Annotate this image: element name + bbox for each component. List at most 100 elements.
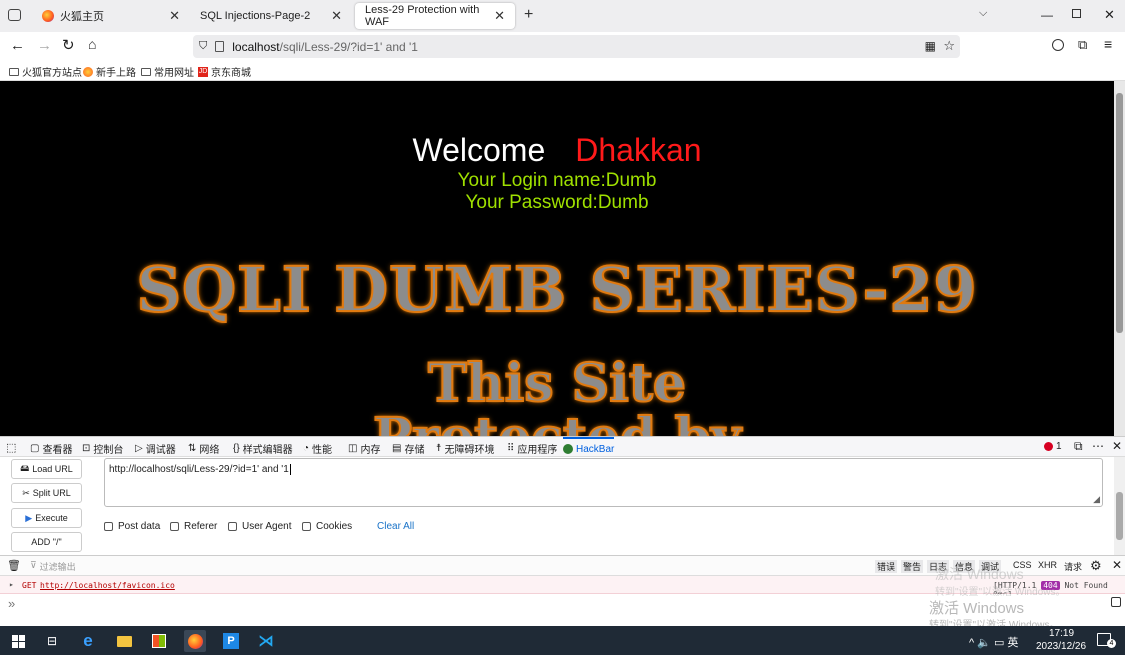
close-devtools-icon[interactable]: ✕ — [1112, 439, 1122, 453]
devtools-tab-hackbar[interactable]: HackBar — [563, 437, 615, 457]
tab-less-29[interactable]: Less-29 Protection with WAF ✕ — [355, 3, 515, 29]
extensions-icon[interactable]: ⧉ — [1078, 37, 1087, 53]
filter-xhr-button[interactable]: XHR — [1038, 560, 1057, 570]
scrollbar-thumb[interactable] — [1116, 93, 1123, 333]
page-scrollbar[interactable] — [1114, 81, 1125, 436]
execute-button[interactable]: ▶ Execute — [11, 508, 82, 528]
referer-option[interactable]: Referer — [170, 521, 217, 532]
resize-grip-icon[interactable]: ◢ — [1093, 494, 1100, 505]
devtools-tab-label: 控制台 — [93, 445, 124, 456]
new-tab-button[interactable]: + — [524, 6, 533, 24]
minimize-window-icon[interactable]: — — [1041, 8, 1053, 22]
firefox-taskbar-icon[interactable] — [184, 630, 206, 652]
close-tab-icon[interactable]: ✕ — [169, 8, 180, 24]
clear-all-link[interactable]: Clear All — [377, 521, 414, 532]
option-label: Referer — [184, 521, 218, 532]
clock-date[interactable]: 2023/12/26 — [1036, 641, 1086, 652]
close-tab-icon[interactable]: ✕ — [494, 8, 505, 24]
folder-icon — [9, 67, 19, 76]
url-bar[interactable]: ⛉ localhost/sqli/Less-29/?id=1' and '1 ▦… — [193, 35, 960, 58]
start-windows-icon[interactable] — [7, 630, 29, 652]
cookies-option[interactable]: Cookies — [302, 521, 352, 532]
qr-code-icon[interactable]: ▦ — [925, 39, 936, 53]
option-label: Post data — [118, 521, 161, 532]
devtools-tab-label: 内存 — [360, 445, 381, 456]
reload-icon[interactable]: ↻ — [62, 36, 75, 54]
devtools-tab-network[interactable]: ⇅ 网络 — [188, 441, 219, 456]
log-url[interactable]: http://localhost/favicon.ico — [40, 581, 175, 590]
devtools-tab-debugger[interactable]: ▷ 调试器 — [135, 441, 176, 456]
devtools-tab-console[interactable]: ⊡ 控制台 — [82, 441, 123, 456]
performance-icon: ◔ — [303, 443, 310, 454]
devtools-tab-storage[interactable]: ▤ 存储 — [392, 441, 424, 456]
list-tabs-chevron-icon[interactable]: ⌵ — [979, 7, 987, 20]
bookmark-label: 火狐官方站点 — [22, 68, 82, 79]
tab-overview-icon[interactable] — [8, 9, 21, 21]
shield-icon[interactable]: ⛉ — [199, 40, 207, 53]
protected-line-2: Protected by — [0, 406, 1114, 436]
filter-errors-button[interactable]: 错误 — [875, 560, 898, 573]
tab-firefox-home[interactable]: 火狐主页 ✕ — [32, 3, 190, 29]
bookmark-common-sites[interactable]: 常用网址 — [141, 64, 194, 79]
expand-arrow-icon[interactable]: ▸ — [9, 580, 14, 589]
file-explorer-icon[interactable] — [113, 630, 135, 652]
add-slash-button[interactable]: ADD "/" — [11, 532, 82, 552]
console-settings-gear-icon[interactable]: ⚙ — [1090, 558, 1102, 574]
split-url-button[interactable]: ✂ Split URL — [11, 483, 82, 503]
devtools-tab-inspector[interactable]: ▢ 查看器 — [30, 441, 72, 456]
button-label: Load URL — [32, 464, 73, 474]
task-view-icon[interactable]: ⊟ — [41, 630, 63, 652]
tab-sql-injections[interactable]: SQL Injections-Page-2 ✕ — [190, 3, 352, 29]
forward-icon[interactable]: → — [37, 37, 52, 54]
user-agent-option[interactable]: User Agent — [228, 521, 291, 532]
element-picker-icon[interactable]: ⬚ — [6, 441, 16, 454]
bookmark-firefox-site[interactable]: 火狐官方站点 — [9, 64, 82, 79]
edge-icon[interactable]: e — [77, 630, 99, 652]
devtools-options-icon[interactable]: ⋯ — [1092, 439, 1104, 453]
activation-watermark-ghost-2: 转到"设置"以激活 Windows。 — [935, 583, 1065, 598]
referer-checkbox[interactable] — [170, 522, 179, 531]
devtools-tab-accessibility[interactable]: ☨ 无障碍环境 — [436, 441, 494, 456]
account-icon[interactable] — [1052, 39, 1064, 51]
back-icon[interactable]: ← — [10, 37, 25, 54]
devtools-tab-style-editor[interactable]: {} 样式编辑器 — [233, 441, 293, 456]
devtools-tab-memory[interactable]: ◫ 内存 — [348, 441, 380, 456]
scrollbar-thumb[interactable] — [1116, 492, 1123, 540]
password-text: Your Password:Dumb — [465, 192, 649, 213]
close-window-icon[interactable]: ✕ — [1104, 7, 1115, 23]
trash-icon[interactable]: 🗑 — [7, 559, 21, 572]
home-icon[interactable]: ⌂ — [88, 36, 96, 52]
hackbar-panel: 🖴 Load URL ✂ Split URL ▶ Execute ADD "/" ht… — [0, 457, 1114, 555]
post-data-checkbox[interactable] — [104, 522, 113, 531]
error-count-badge[interactable]: 1 — [1044, 441, 1062, 452]
close-tab-icon[interactable]: ✕ — [331, 8, 342, 24]
menu-icon[interactable]: ≡ — [1104, 36, 1112, 52]
page-info-icon[interactable] — [215, 41, 225, 52]
cookies-checkbox[interactable] — [302, 522, 311, 531]
bookmark-star-icon[interactable]: ☆ — [943, 38, 955, 54]
close-console-icon[interactable]: ✕ — [1112, 558, 1122, 572]
hackbar-scrollbar[interactable] — [1114, 457, 1125, 555]
devtools-tab-application[interactable]: ⠿ 应用程序 — [507, 441, 557, 456]
hackbar-url-textarea[interactable]: http://localhost/sqli/Less-29/?id=1' and… — [104, 458, 1103, 507]
post-data-option[interactable]: Post data — [104, 521, 160, 532]
devtools-tab-performance[interactable]: ◔ 性能 — [303, 441, 332, 456]
vscode-icon[interactable]: ⋊ — [255, 630, 277, 652]
p-app-icon[interactable]: P — [220, 630, 242, 652]
dock-toggle-icon[interactable]: ⧉ — [1074, 439, 1083, 454]
split-console-icon[interactable] — [1111, 597, 1121, 607]
store-icon[interactable] — [148, 630, 170, 652]
restore-window-icon[interactable] — [1072, 9, 1081, 18]
filter-warnings-button[interactable]: 警告 — [901, 560, 924, 573]
console-icon: ⊡ — [82, 443, 91, 454]
bookmark-label: 京东商城 — [211, 68, 251, 79]
bookmark-getting-started[interactable]: 新手上路 — [83, 64, 136, 79]
filter-requests-button[interactable]: 请求 — [1064, 560, 1082, 573]
console-filter-input[interactable]: ⊽ 过滤输出 — [30, 560, 76, 573]
load-url-button[interactable]: 🖴 Load URL — [11, 459, 82, 479]
bookmark-jd[interactable]: JD 京东商城 — [198, 64, 251, 79]
url-host: localhost — [232, 39, 280, 54]
clock-time[interactable]: 17:19 — [1049, 628, 1074, 639]
system-tray[interactable]: ^ 🔈 ▭ 英 — [969, 634, 1018, 650]
user-agent-checkbox[interactable] — [228, 522, 237, 531]
